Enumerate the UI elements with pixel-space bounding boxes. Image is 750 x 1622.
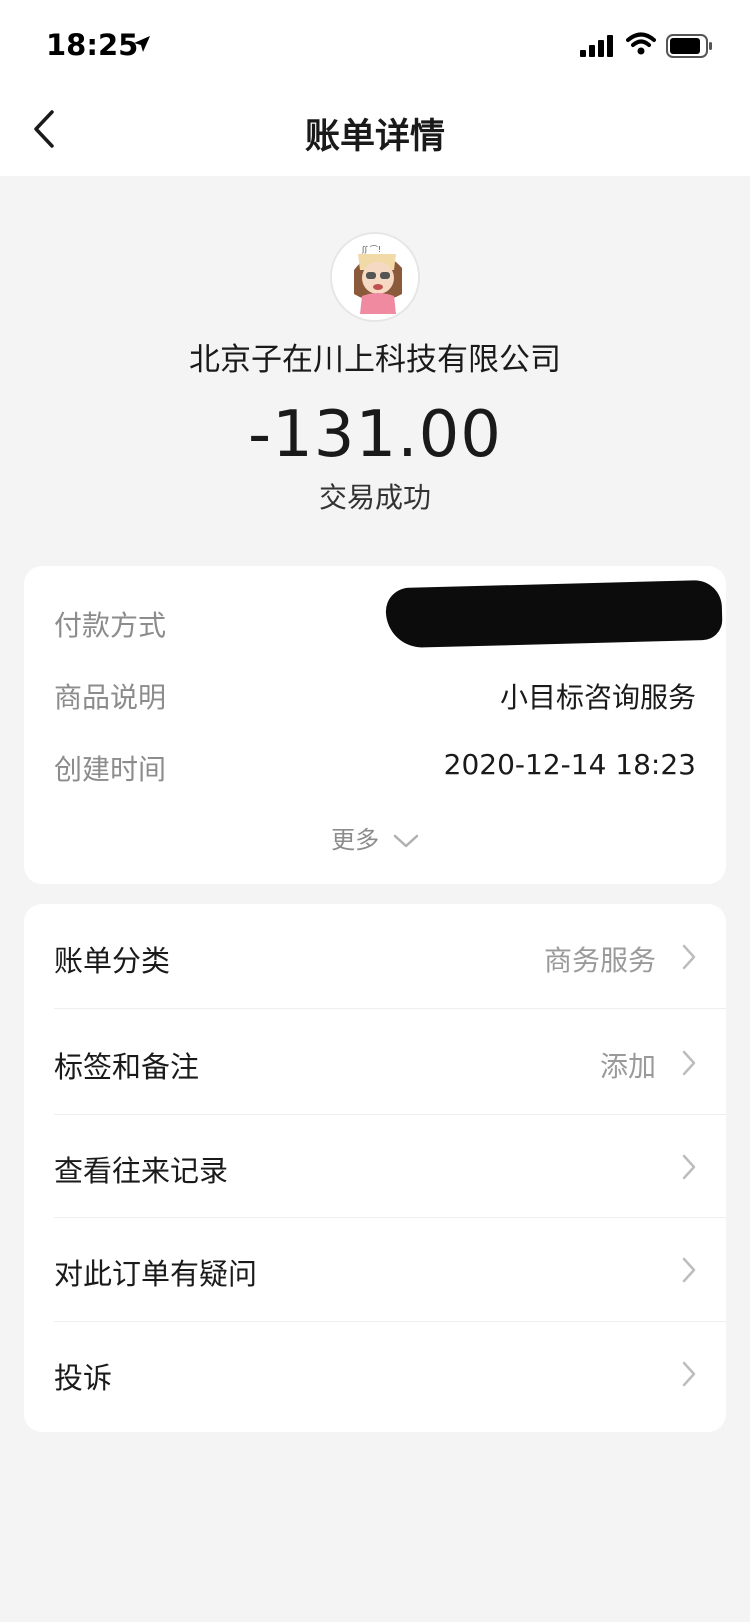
menu-label: 对此订单有疑问 — [54, 1257, 258, 1291]
cellular-signal-icon — [580, 35, 613, 57]
detail-label: 付款方式 — [54, 609, 167, 642]
chevron-down-icon — [393, 834, 419, 848]
transaction-status: 交易成功 — [318, 481, 431, 514]
detail-value: 小目标咨询服务 — [499, 681, 696, 714]
chevron-right-icon — [682, 1257, 696, 1283]
details-card: 付款方式 商品说明 小目标咨询服务 创建时间 2020-12-14 18:23 … — [24, 566, 726, 884]
menu-value: 商务服务 — [543, 944, 656, 977]
menu-item-order-question[interactable]: 对此订单有疑问 — [24, 1217, 726, 1321]
battery-icon — [666, 34, 712, 58]
merchant-name: 北京子在川上科技有限公司 — [189, 342, 561, 378]
wifi-icon — [626, 32, 656, 55]
more-label: 更多 — [331, 826, 380, 854]
detail-value: 2020-12-14 18:23 — [443, 748, 696, 781]
divider — [54, 1008, 726, 1009]
menu-label: 标签和备注 — [54, 1050, 200, 1084]
detail-label: 创建时间 — [54, 753, 167, 786]
merchant-avatar: ʃʃ ⌒! — [330, 232, 420, 322]
page-title: 账单详情 — [304, 117, 445, 157]
status-time: 18:25 — [46, 28, 139, 62]
chevron-right-icon — [682, 1050, 696, 1076]
chevron-right-icon — [682, 1361, 696, 1387]
chevron-right-icon — [682, 944, 696, 970]
detail-row-created-time: 创建时间 2020-12-14 18:23 — [24, 748, 726, 788]
chevron-right-icon — [682, 1154, 696, 1180]
menu-label: 查看往来记录 — [54, 1154, 229, 1188]
more-button[interactable]: 更多 — [24, 820, 726, 855]
menu-value: 添加 — [599, 1050, 656, 1083]
actions-card: 账单分类 商务服务 标签和备注 添加 查看往来记录 对此订单有疑问 投诉 — [24, 904, 726, 1432]
cartoon-girl-icon: ʃʃ ⌒! — [332, 234, 418, 320]
transaction-amount: -131.00 — [247, 398, 503, 472]
menu-item-history[interactable]: 查看往来记录 — [24, 1114, 726, 1218]
detail-row-product: 商品说明 小目标咨询服务 — [24, 676, 726, 716]
location-arrow-icon — [134, 36, 150, 52]
detail-label: 商品说明 — [54, 681, 167, 714]
svg-text:ʃʃ ⌒!: ʃʃ ⌒! — [361, 245, 381, 254]
top-bar: 18:25 账单详情 — [0, 0, 750, 176]
menu-label: 账单分类 — [54, 944, 171, 978]
menu-item-tags-notes[interactable]: 标签和备注 添加 — [24, 1010, 726, 1114]
menu-item-bill-category[interactable]: 账单分类 商务服务 — [24, 904, 726, 1008]
redaction-mark — [385, 579, 723, 649]
menu-item-complaint[interactable]: 投诉 — [24, 1321, 726, 1425]
menu-label: 投诉 — [54, 1361, 113, 1395]
